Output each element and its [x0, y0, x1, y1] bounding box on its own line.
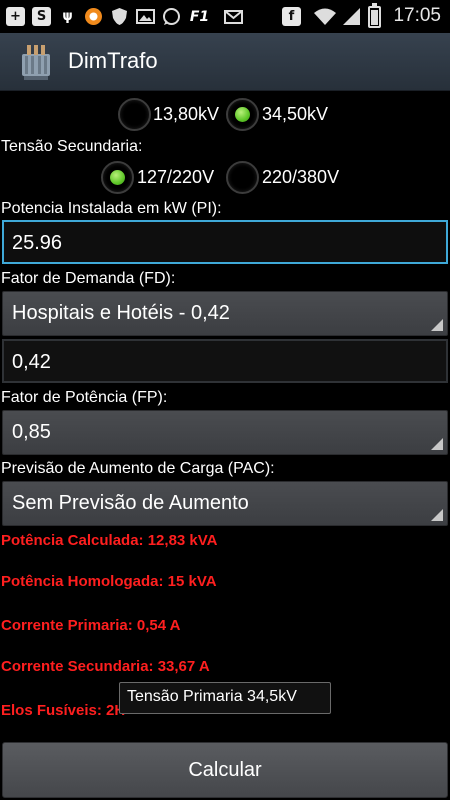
dropdown-arrow-icon	[431, 438, 443, 450]
app-title: DimTrafo	[68, 48, 158, 73]
facebook-icon: f	[282, 7, 301, 26]
wifi-icon	[313, 7, 337, 26]
radio-13-80kv-label[interactable]: 13,80kV	[153, 104, 219, 125]
signal-icon	[342, 7, 361, 26]
action-bar: DimTrafo	[0, 33, 450, 91]
calculated-power-result: Potência Calculada: 12,83 kVA	[1, 532, 218, 549]
load-increase-label: Previsão de Aumento de Carga (PAC):	[1, 460, 275, 477]
demand-factor-select[interactable]: Hospitais e Hotéis - 0,42	[2, 291, 448, 336]
load-increase-selected: Sem Previsão de Aumento	[12, 492, 249, 514]
radio-34-50kv[interactable]	[226, 98, 259, 131]
add-icon: +	[6, 7, 25, 26]
battery-icon	[368, 3, 381, 28]
primary-current-result: Corrente Primaria: 0,54 A	[1, 617, 181, 634]
shield-icon	[110, 7, 129, 26]
clock: 17:05	[393, 5, 441, 26]
power-factor-label: Fator de Potência (FP):	[1, 389, 168, 406]
status-bar: + S ψ F1 f 17:05	[0, 0, 450, 33]
radio-13-80kv[interactable]	[118, 98, 151, 131]
demand-factor-label: Fator de Demanda (FD):	[1, 270, 176, 287]
image-icon	[136, 7, 155, 26]
secondary-current-result: Corrente Secundaria: 33,67 A	[1, 658, 210, 675]
load-increase-select[interactable]: Sem Previsão de Aumento	[2, 481, 448, 526]
dropdown-arrow-icon	[431, 509, 443, 521]
power-factor-selected: 0,85	[12, 421, 51, 443]
radio-127-220v-label[interactable]: 127/220V	[137, 167, 214, 188]
email-icon	[224, 7, 243, 26]
usb-icon: ψ	[62, 9, 73, 24]
demand-factor-input[interactable]: 0,42	[2, 339, 448, 383]
calculate-button[interactable]: Calcular	[2, 742, 448, 798]
radio-34-50kv-label[interactable]: 34,50kV	[262, 104, 328, 125]
toast-message: Tensão Primaria 34,5kV	[119, 682, 331, 714]
secondary-voltage-label: Tensão Secundaria:	[1, 138, 143, 155]
transformer-icon	[16, 42, 56, 82]
radio-127-220v[interactable]	[101, 161, 134, 194]
f1-icon: F1	[189, 8, 210, 25]
demand-factor-selected: Hospitais e Hotéis - 0,42	[12, 302, 230, 324]
approved-power-result: Potência Homologada: 15 kVA	[1, 573, 217, 590]
whatsapp-icon	[162, 7, 181, 26]
avast-icon	[84, 7, 103, 26]
fuses-result: Elos Fusíveis: 2H	[1, 702, 126, 719]
dropdown-arrow-icon	[431, 319, 443, 331]
installed-power-label: Potencia Instalada em kW (PI):	[1, 200, 222, 217]
power-factor-select[interactable]: 0,85	[2, 410, 448, 455]
skype-icon: S	[32, 7, 51, 26]
installed-power-input[interactable]: 25.96	[2, 220, 448, 264]
radio-220-380v-label[interactable]: 220/380V	[262, 167, 339, 188]
radio-220-380v[interactable]	[226, 161, 259, 194]
